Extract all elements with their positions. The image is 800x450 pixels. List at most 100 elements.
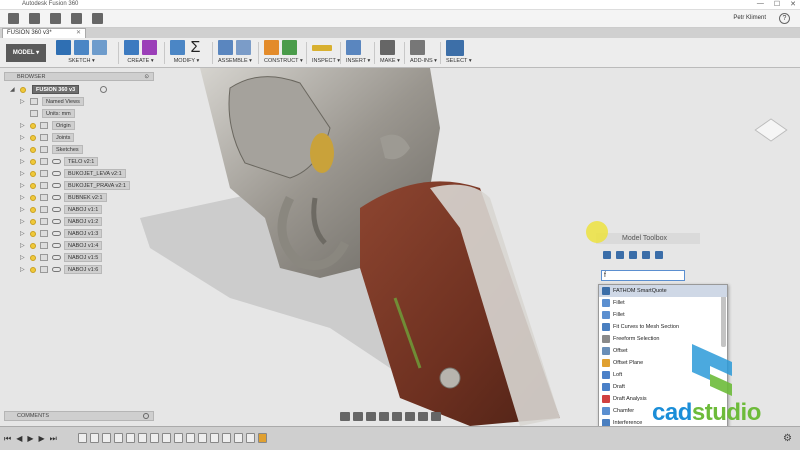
modify-group[interactable]: Σ MODIFY ▾ [170,40,203,67]
visibility-bulb-icon[interactable] [30,159,36,165]
timeline-feature-icon[interactable] [222,433,231,443]
fit-icon[interactable] [392,412,402,421]
tree-row-origin[interactable]: ▷ Origin [10,120,140,132]
save-icon[interactable] [50,13,61,24]
tree-row-component[interactable]: ▷ BUKOJET_PRAVA v2:1 [10,180,140,192]
expand-arrow-icon[interactable]: ▷ [20,266,25,273]
redo-icon[interactable] [92,13,103,24]
tree-row-component[interactable]: ▷ NABOJ v1:1 [10,204,140,216]
combine-icon[interactable] [629,251,637,259]
timeline-feature-icon[interactable] [78,433,87,443]
make-menu[interactable]: MAKE ▾ [380,58,400,64]
visibility-bulb-icon[interactable] [30,231,36,237]
expand-arrow-icon[interactable]: ▷ [20,98,25,105]
sketch-icon[interactable] [56,40,71,55]
select-icon[interactable] [446,40,464,56]
expand-arrow-icon[interactable]: ▷ [20,170,25,177]
timeline-feature-icon[interactable] [186,433,195,443]
tree-label[interactable]: FUSION 360 v3 [32,85,80,94]
copy-icon[interactable] [642,251,650,259]
move-icon[interactable] [603,251,611,259]
arc-icon[interactable] [74,40,89,55]
document-tab[interactable]: FUSION 360 v3* ✕ [2,28,86,38]
zoom-icon[interactable] [379,412,389,421]
view-cube-face[interactable] [754,118,788,142]
timeline-marker-icon[interactable] [258,433,267,443]
result-item[interactable]: FATHOM SmartQuote [599,285,727,297]
toolbox-search-input[interactable]: f [601,270,685,281]
timeline-feature-icon[interactable] [198,433,207,443]
sigma-icon[interactable]: Σ [188,40,203,56]
construct-menu[interactable]: CONSTRUCT ▾ [264,58,303,64]
close-window-button[interactable]: ✕ [790,0,796,8]
user-name[interactable]: Petr Kliment [733,15,766,21]
tree-label[interactable]: NABOJ v1:6 [64,265,103,274]
visibility-bulb-icon[interactable] [30,147,36,153]
sketch-group[interactable]: SKETCH ▾ [56,40,107,67]
scripts-icon[interactable] [410,40,425,55]
viewports-icon[interactable] [431,412,441,421]
result-item[interactable]: Fillet [599,297,727,309]
minimize-button[interactable]: — [757,0,764,8]
timeline-settings-icon[interactable]: ⚙ [783,433,792,444]
tree-label[interactable]: NABOJ v1:1 [64,205,103,214]
tree-row-component[interactable]: ▷ TELO v2:1 [10,156,140,168]
tree-label[interactable]: Joints [52,133,75,142]
grid-settings-icon[interactable] [418,412,428,421]
tree-label[interactable]: Named Views [42,97,84,106]
select-menu[interactable]: SELECT ▾ [446,58,472,64]
align-icon[interactable] [616,251,624,259]
add-ins-group[interactable]: ADD-INS ▾ [410,40,437,67]
pan-icon[interactable] [366,412,376,421]
select-group[interactable]: SELECT ▾ [446,40,472,67]
tree-row-sketches[interactable]: ▷ Sketches [10,144,140,156]
play-icon[interactable]: ▶ [27,434,33,444]
create-menu[interactable]: CREATE ▾ [124,58,157,64]
visibility-bulb-icon[interactable] [30,135,36,141]
workspace-switcher[interactable]: MODEL ▾ [6,44,46,62]
timeline-feature-icon[interactable] [210,433,219,443]
midplane-icon[interactable] [282,40,297,55]
expand-arrow-icon[interactable]: ▷ [20,218,25,225]
go-to-end-icon[interactable]: ⏭ [50,434,57,444]
look-at-icon[interactable] [353,412,363,421]
timeline-feature-icon[interactable] [150,433,159,443]
orbit-icon[interactable] [340,412,350,421]
tree-row-component[interactable]: ▷ NABOJ v1:5 [10,252,140,264]
inspect-group[interactable]: INSPECT ▾ [312,40,340,67]
tree-row-joints[interactable]: ▷ Joints [10,132,140,144]
visibility-bulb-icon[interactable] [30,267,36,273]
timeline-feature-icon[interactable] [126,433,135,443]
collapse-arrow-icon[interactable]: ◢ [10,86,15,93]
help-icon[interactable]: ? [779,13,790,24]
insert-group[interactable]: INSERT ▾ [346,40,370,67]
data-panel-icon[interactable] [8,13,19,24]
sketch-menu[interactable]: SKETCH ▾ [56,58,107,64]
browser-panel-header[interactable]: BROWSER ⊙ [4,72,154,81]
file-icon[interactable] [29,13,40,24]
tree-label[interactable]: NABOJ v1:3 [64,229,103,238]
activate-target-icon[interactable] [100,86,107,93]
visibility-bulb-icon[interactable] [30,195,36,201]
step-forward-icon[interactable]: ▶ [39,434,45,444]
visibility-bulb-icon[interactable] [30,243,36,249]
create-group[interactable]: CREATE ▾ [124,40,157,67]
measure-icon[interactable] [312,45,332,51]
timeline-feature-icon[interactable] [138,433,147,443]
result-item[interactable]: Fit Curves to Mesh Section [599,321,727,333]
timeline-feature-icon[interactable] [246,433,255,443]
result-item[interactable]: Fillet [599,309,727,321]
expand-arrow-icon[interactable]: ▷ [20,182,25,189]
rectangle-icon[interactable] [92,40,107,55]
expand-arrow-icon[interactable]: ▷ [20,242,25,249]
tree-row-component[interactable]: ▷ BUBNEK v2:1 [10,192,140,204]
expand-arrow-icon[interactable]: ▷ [20,146,25,153]
visibility-bulb-icon[interactable] [20,87,26,93]
tree-label[interactable]: TELO v2:1 [64,157,99,166]
visibility-bulb-icon[interactable] [30,183,36,189]
close-tab-icon[interactable]: ✕ [76,29,81,38]
undo-icon[interactable] [71,13,82,24]
tree-label[interactable]: Units: mm [42,109,75,118]
visibility-bulb-icon[interactable] [30,255,36,261]
tree-row-root[interactable]: ◢ FUSION 360 v3 [10,84,140,96]
